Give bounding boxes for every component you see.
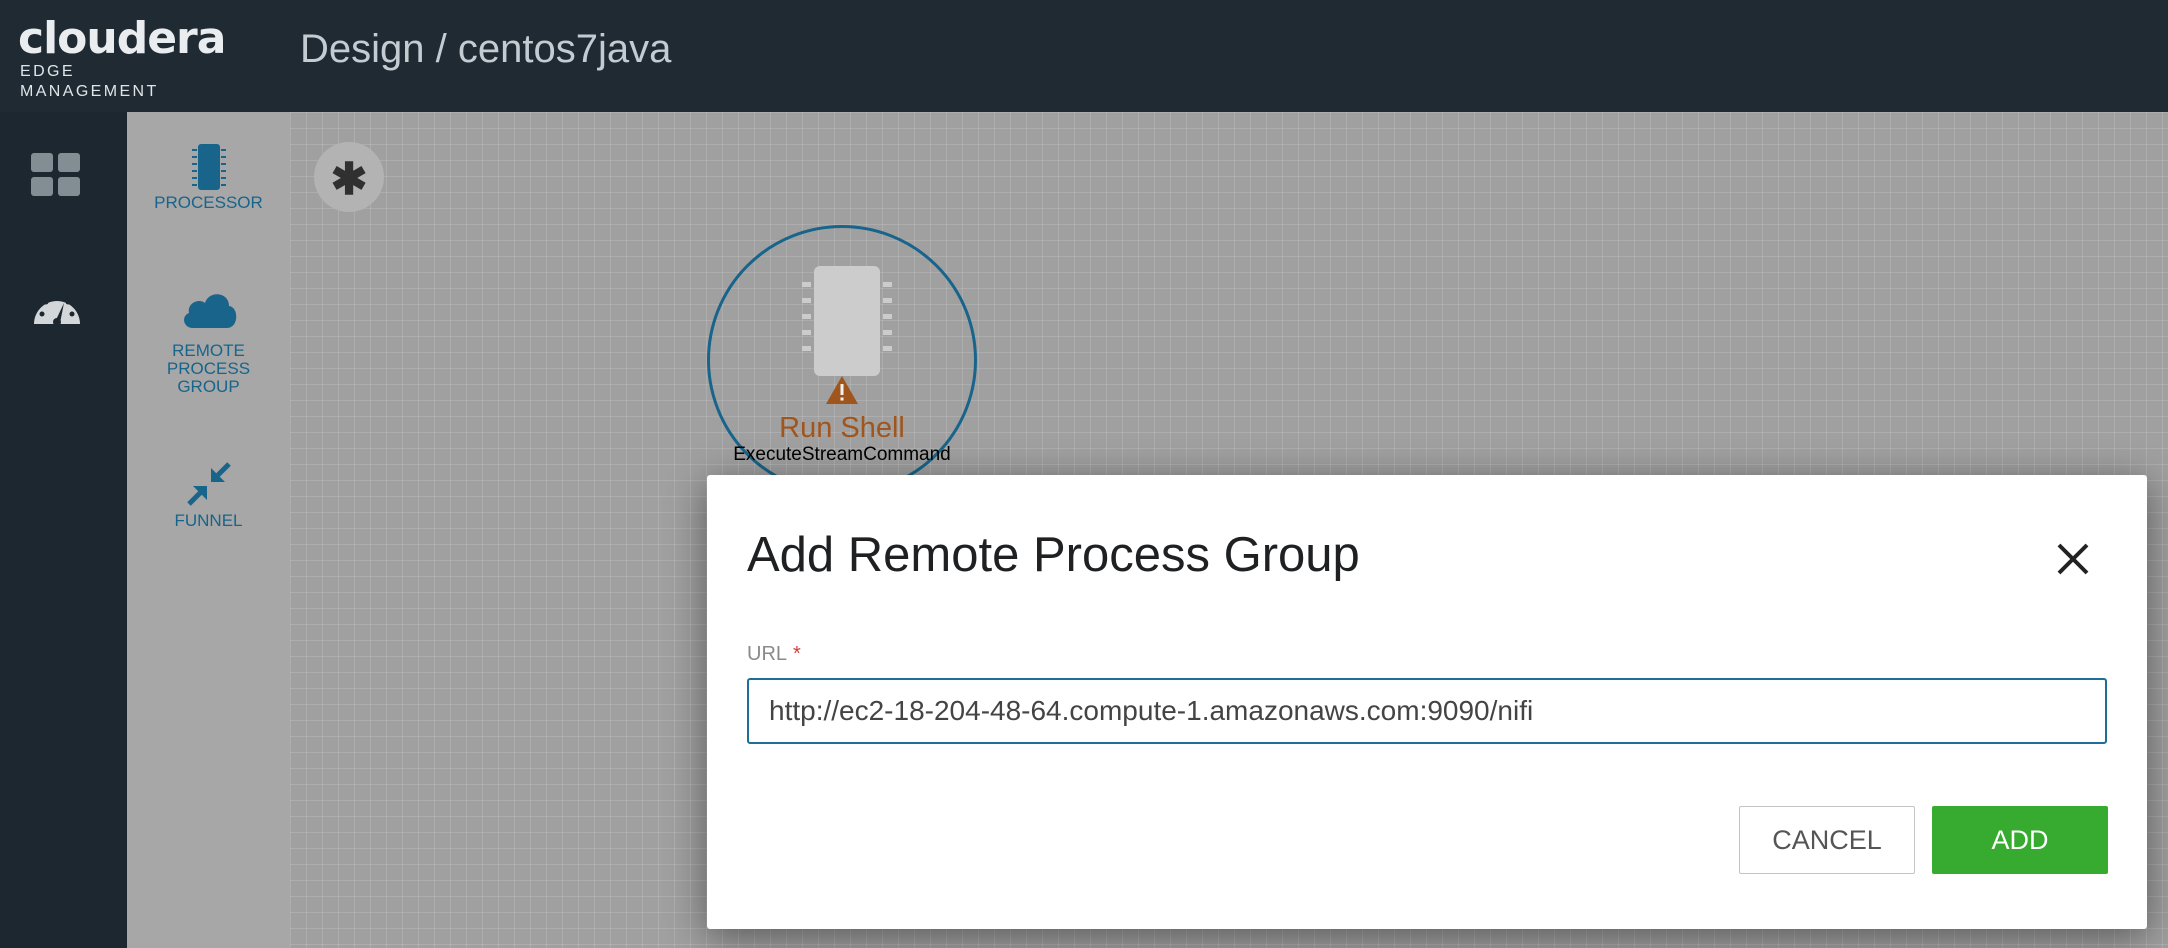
- cancel-button[interactable]: CANCEL: [1739, 806, 1915, 874]
- url-label-text: URL: [747, 643, 788, 665]
- close-icon[interactable]: [2047, 533, 2099, 585]
- add-remote-process-group-dialog: Add Remote Process Group URL* CANCEL ADD: [707, 475, 2147, 929]
- page-title: Design / centos7java: [300, 27, 672, 71]
- app-header: cloudera EDGE MANAGEMENT Design / centos…: [0, 0, 2168, 112]
- url-input[interactable]: [747, 678, 2107, 744]
- dialog-title: Add Remote Process Group: [747, 528, 1360, 582]
- url-label: URL *: [747, 643, 801, 666]
- logo-wordmark: cloudera: [18, 13, 226, 64]
- add-button[interactable]: ADD: [1932, 806, 2108, 874]
- logo-subtitle: EDGE MANAGEMENT: [20, 63, 159, 100]
- cloudera-logo[interactable]: cloudera EDGE MANAGEMENT: [18, 14, 226, 101]
- required-marker: *: [793, 643, 801, 665]
